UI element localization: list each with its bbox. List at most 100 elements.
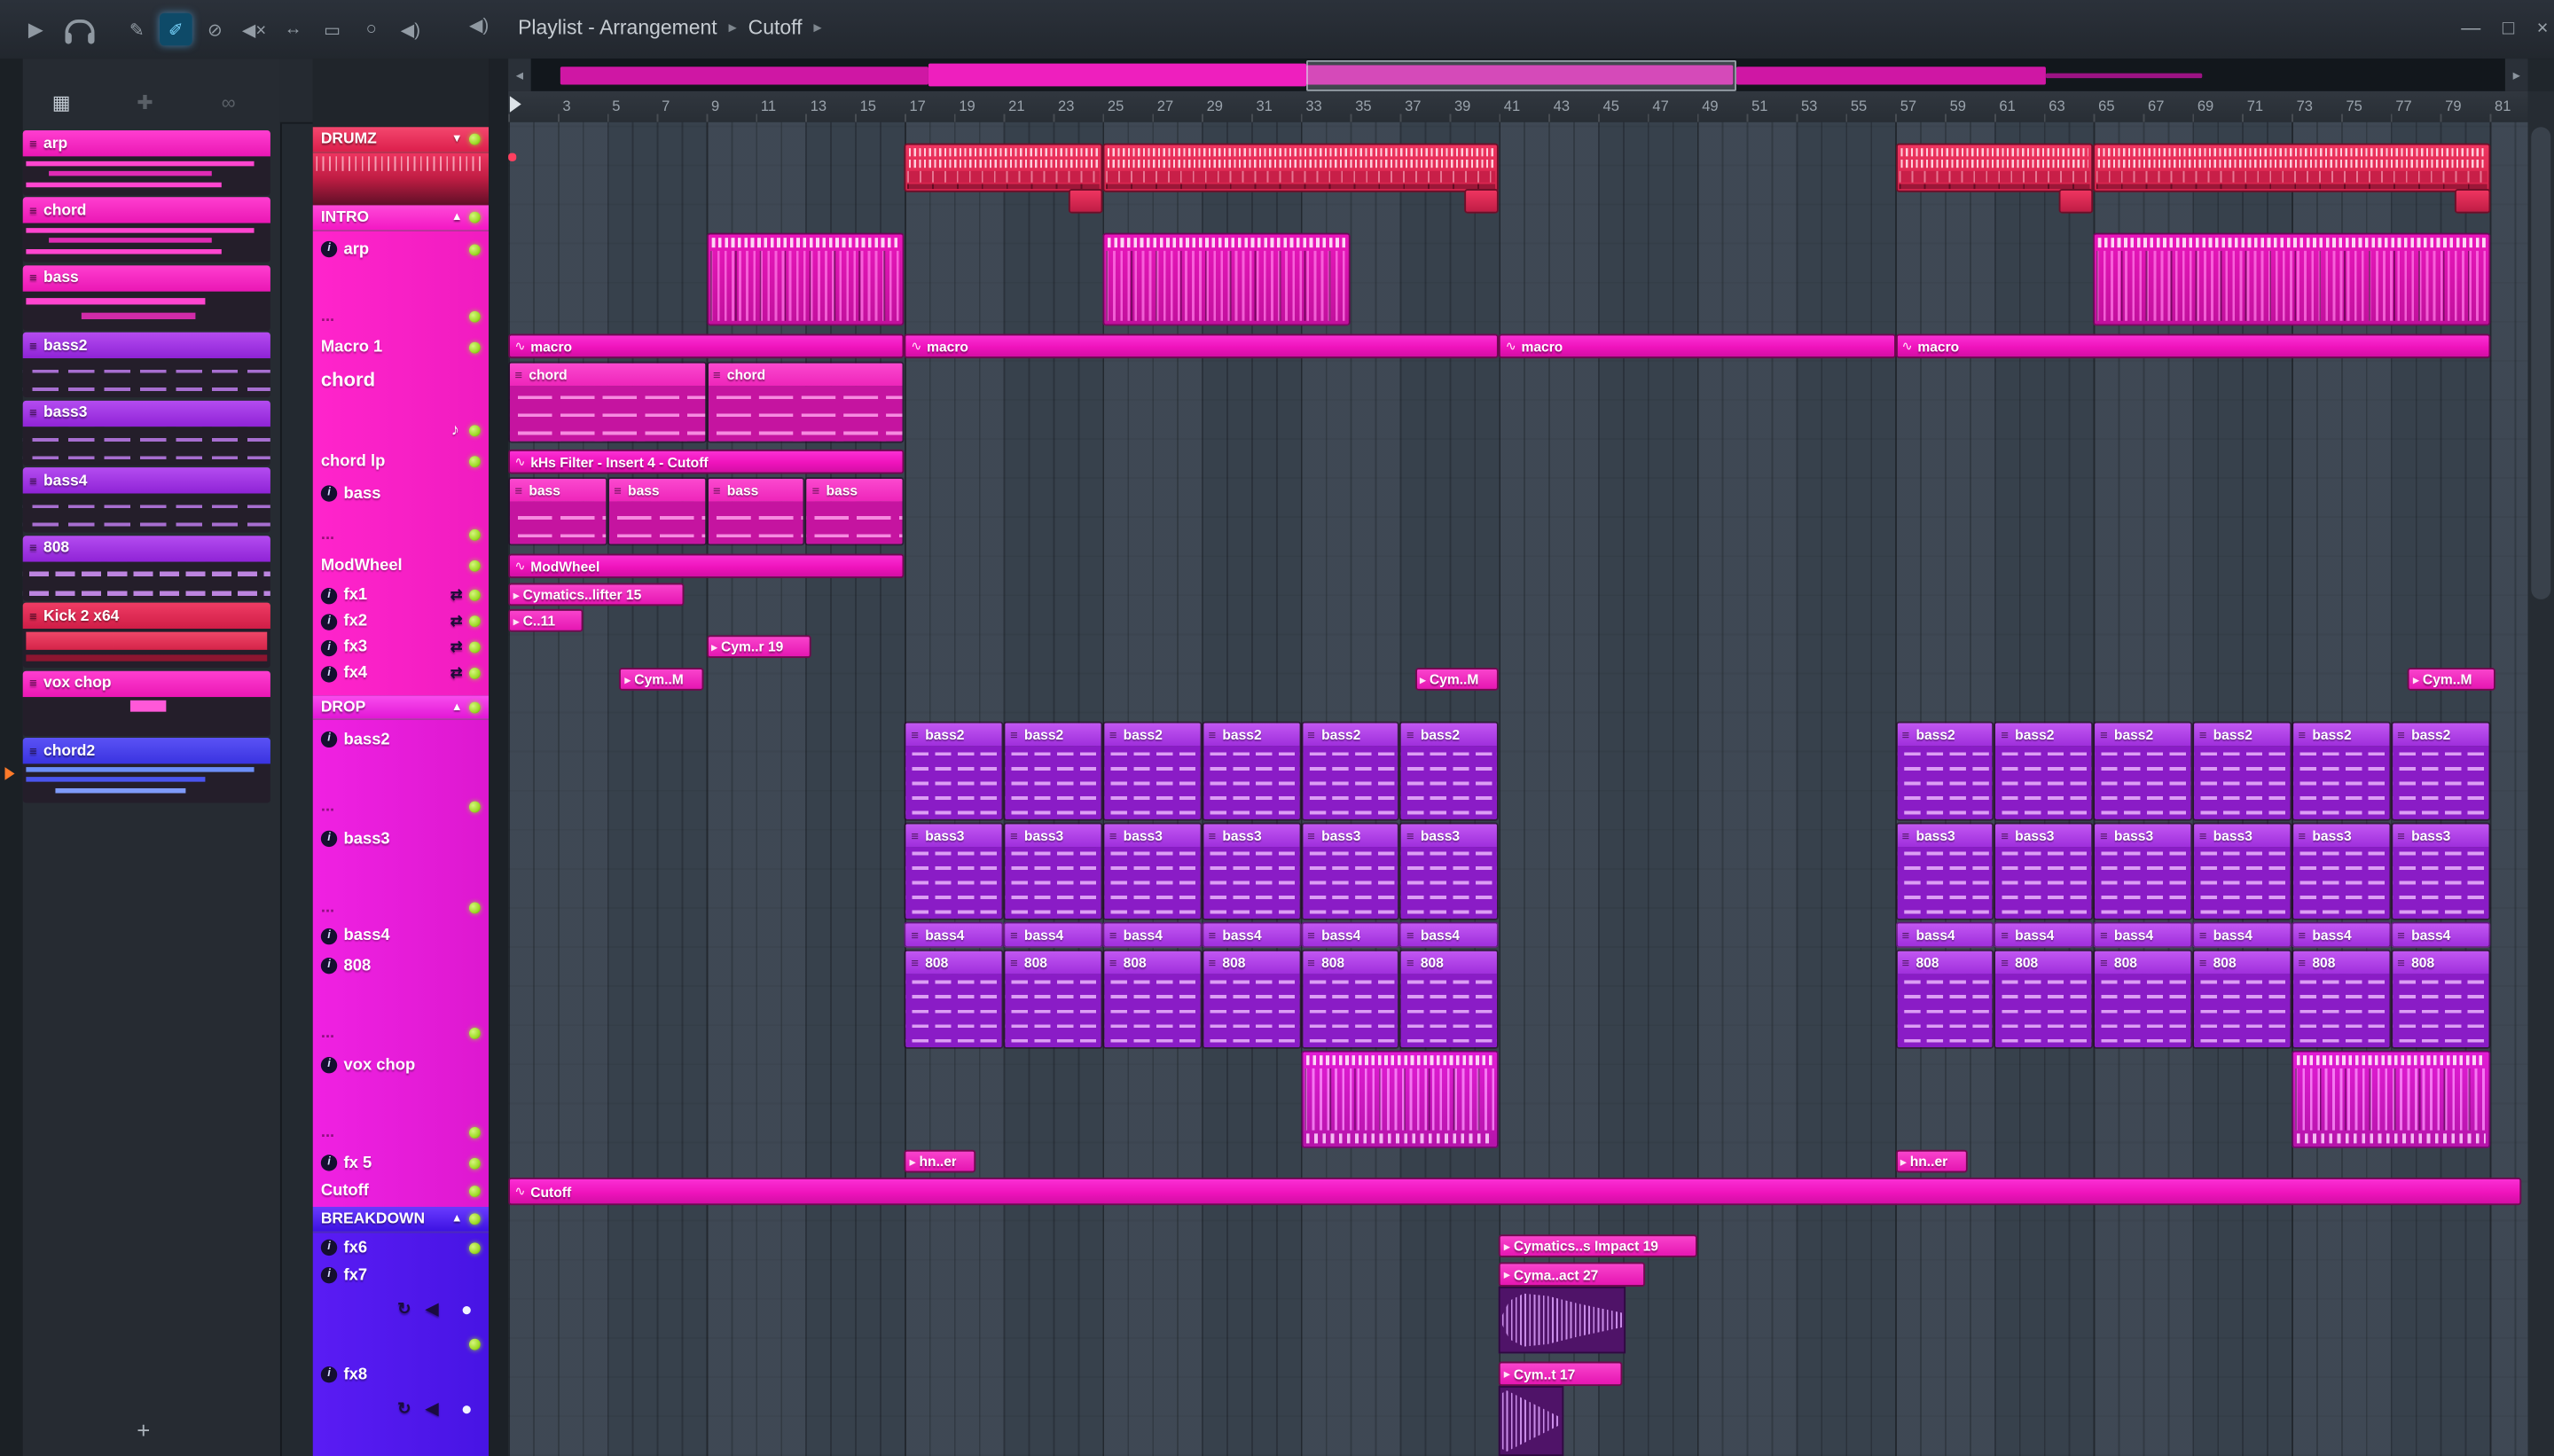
bass4-clip[interactable]: ≡ bass4 bbox=[2292, 921, 2391, 948]
pattern-item-Kick-2-x64[interactable]: ≡ Kick 2 x64 bbox=[22, 602, 270, 669]
collapse-arrow-icon[interactable]: ▼ bbox=[451, 134, 463, 145]
bass2-clip[interactable]: ≡ bass2 bbox=[1003, 721, 1103, 821]
track-row-[interactable]: ... bbox=[313, 306, 489, 325]
808-clip[interactable]: ≡ 808 bbox=[1300, 949, 1400, 1049]
transport-play-icon[interactable]: ▶ bbox=[20, 13, 52, 46]
track-row-chord[interactable]: chord bbox=[313, 364, 489, 392]
resample-icon[interactable]: ↻ bbox=[397, 1401, 411, 1419]
bass3-clip[interactable]: ≡ bass3 bbox=[904, 822, 1004, 920]
bass3-clip[interactable]: ≡ bass3 bbox=[1300, 822, 1400, 920]
bass-clip[interactable]: ≡ bass bbox=[805, 477, 905, 546]
bass2-clip[interactable]: ≡ bass2 bbox=[1895, 721, 1994, 821]
select-tool-icon[interactable]: ▭ bbox=[316, 13, 349, 46]
808-clip[interactable]: ≡ 808 bbox=[2390, 949, 2490, 1049]
bass2-clip[interactable]: ≡ bass2 bbox=[1300, 721, 1400, 821]
track-info-icon[interactable]: i bbox=[320, 485, 338, 502]
cymatics-lifter-15-clip[interactable]: ▸ Cymatics..lifter 15 bbox=[508, 583, 685, 607]
track-led[interactable] bbox=[468, 528, 481, 540]
zoom-tool-icon[interactable]: ○ bbox=[355, 13, 388, 46]
bass3-clip[interactable]: ≡ bass3 bbox=[1895, 822, 1994, 920]
track-name[interactable]: bass2 bbox=[344, 731, 390, 748]
track-name[interactable]: ... bbox=[321, 797, 334, 815]
808-clip[interactable]: ≡ 808 bbox=[1994, 949, 2094, 1049]
playlist-grid[interactable]: ∿ macro ∿ macro ∿ macro ∿ macro ≡ chord ≡ chord ∿ kHs… bbox=[508, 121, 2528, 1456]
track-name[interactable]: fx4 bbox=[344, 664, 368, 682]
mute-tool-icon[interactable]: ◀× bbox=[238, 13, 270, 46]
cym-m-clip[interactable]: ▸ Cym..M bbox=[2408, 668, 2495, 691]
808-clip[interactable]: ≡ 808 bbox=[2292, 949, 2391, 1049]
track-info-icon[interactable]: i bbox=[320, 638, 338, 656]
track-row-[interactable]: ... bbox=[313, 1022, 489, 1042]
track-led[interactable] bbox=[468, 615, 481, 628]
macro-clip[interactable]: ∿ macro bbox=[508, 333, 905, 359]
track-name[interactable]: 808 bbox=[344, 957, 372, 975]
track-name[interactable]: fx1 bbox=[344, 586, 368, 604]
vox-clip[interactable] bbox=[1300, 1050, 1500, 1148]
cym-m-clip[interactable]: ▸ Cym..M bbox=[1414, 668, 1500, 691]
cym-t-17-clip[interactable]: ▸ Cym..t 17 bbox=[1499, 1361, 1623, 1456]
bass4-clip[interactable]: ≡ bass4 bbox=[2192, 921, 2292, 948]
track-row-fx8[interactable]: i fx8 bbox=[313, 1363, 489, 1386]
808-clip[interactable]: ≡ 808 bbox=[1202, 949, 1301, 1049]
collapse-arrow-icon[interactable]: ▲ bbox=[451, 701, 463, 713]
bass4-clip[interactable]: ≡ bass4 bbox=[1895, 921, 1994, 948]
track-info-icon[interactable]: i bbox=[320, 1155, 338, 1171]
track-name[interactable]: ... bbox=[321, 898, 334, 916]
track-name[interactable]: fx8 bbox=[344, 1366, 368, 1383]
cutoff-clip[interactable]: ∿ Cutoff bbox=[508, 1177, 2522, 1206]
hn-er-clip[interactable]: ▸ hn..er bbox=[904, 1149, 976, 1173]
track-row-spacer[interactable]: ♪ bbox=[313, 419, 489, 442]
track-row-fx7[interactable]: i fx7 bbox=[313, 1264, 489, 1287]
bass2-clip[interactable]: ≡ bass2 bbox=[2093, 721, 2193, 821]
track-info-icon[interactable]: i bbox=[320, 1239, 338, 1256]
bass3-clip[interactable]: ≡ bass3 bbox=[1202, 822, 1301, 920]
track-name[interactable]: arp bbox=[344, 240, 370, 258]
track-row-[interactable]: ... bbox=[313, 1123, 489, 1142]
delete-tool-icon[interactable]: ⊘ bbox=[199, 13, 231, 46]
pattern-item-vox-chop[interactable]: ≡ vox chop bbox=[22, 669, 270, 736]
bass4-clip[interactable]: ≡ bass4 bbox=[1994, 921, 2094, 948]
bass-clip[interactable]: ≡ bass bbox=[706, 477, 806, 546]
bass4-clip[interactable]: ≡ bass4 bbox=[1300, 921, 1400, 948]
c-11-clip[interactable]: ▸ C..11 bbox=[508, 608, 583, 632]
track-name[interactable]: chord lp bbox=[321, 453, 385, 471]
track-row-controls[interactable]: ↻ ◀ bbox=[313, 1298, 489, 1323]
track-led[interactable] bbox=[468, 560, 481, 572]
track-row-bass4[interactable]: i bass4 bbox=[313, 923, 489, 948]
pattern-grid-icon[interactable]: ▦ bbox=[52, 91, 71, 114]
draw-tool-icon[interactable]: ✎ bbox=[121, 13, 153, 46]
bass-clip[interactable]: ≡ bass bbox=[508, 477, 607, 546]
cym-m-clip[interactable]: ▸ Cym..M bbox=[619, 668, 704, 691]
track-row-808[interactable]: i 808 bbox=[313, 952, 489, 978]
maximize-button[interactable]: □ bbox=[2494, 13, 2523, 43]
speaker-icon[interactable]: ◀ bbox=[426, 1401, 438, 1419]
bass2-clip[interactable]: ≡ bass2 bbox=[2390, 721, 2490, 821]
track-row-fx3[interactable]: i fx3 ⇄ bbox=[313, 637, 489, 658]
pattern-item-arp[interactable]: ≡ arp bbox=[22, 129, 270, 196]
track-info-icon[interactable]: i bbox=[320, 928, 338, 944]
track-led[interactable] bbox=[468, 668, 481, 679]
track-row-[interactable]: ... bbox=[313, 897, 489, 917]
track-row-Cutoff[interactable]: Cutoff bbox=[313, 1179, 489, 1202]
bass2-clip[interactable]: ≡ bass2 bbox=[1202, 721, 1301, 821]
track-led[interactable] bbox=[468, 1126, 481, 1138]
track-row-[interactable]: ... bbox=[313, 524, 489, 544]
bass3-clip[interactable]: ≡ bass3 bbox=[2292, 822, 2391, 920]
pattern-item-808[interactable]: ≡ 808 bbox=[22, 535, 270, 601]
bass2-clip[interactable]: ≡ bass2 bbox=[2192, 721, 2292, 821]
track-info-icon[interactable]: i bbox=[320, 830, 338, 848]
pattern-item-bass3[interactable]: ≡ bass3 bbox=[22, 400, 270, 466]
pattern-label[interactable]: ≡ bass3 bbox=[22, 400, 270, 427]
track-row-fx1[interactable]: i fx1 ⇄ bbox=[313, 584, 489, 606]
chord-clip[interactable]: ≡ chord bbox=[508, 361, 707, 443]
pattern-label[interactable]: ≡ chord bbox=[22, 198, 270, 224]
track-name[interactable]: fx7 bbox=[344, 1266, 368, 1284]
track-row-fx5[interactable]: i fx 5 bbox=[313, 1152, 489, 1175]
bass4-clip[interactable]: ≡ bass4 bbox=[2390, 921, 2490, 948]
808-clip[interactable]: ≡ 808 bbox=[2093, 949, 2193, 1049]
808-clip[interactable]: ≡ 808 bbox=[1102, 949, 1203, 1049]
track-led[interactable] bbox=[468, 1027, 481, 1038]
pattern-label[interactable]: ≡ Kick 2 x64 bbox=[22, 602, 270, 630]
pattern-label[interactable]: ≡ bass bbox=[22, 265, 270, 292]
bass2-clip[interactable]: ≡ bass2 bbox=[2292, 721, 2391, 821]
